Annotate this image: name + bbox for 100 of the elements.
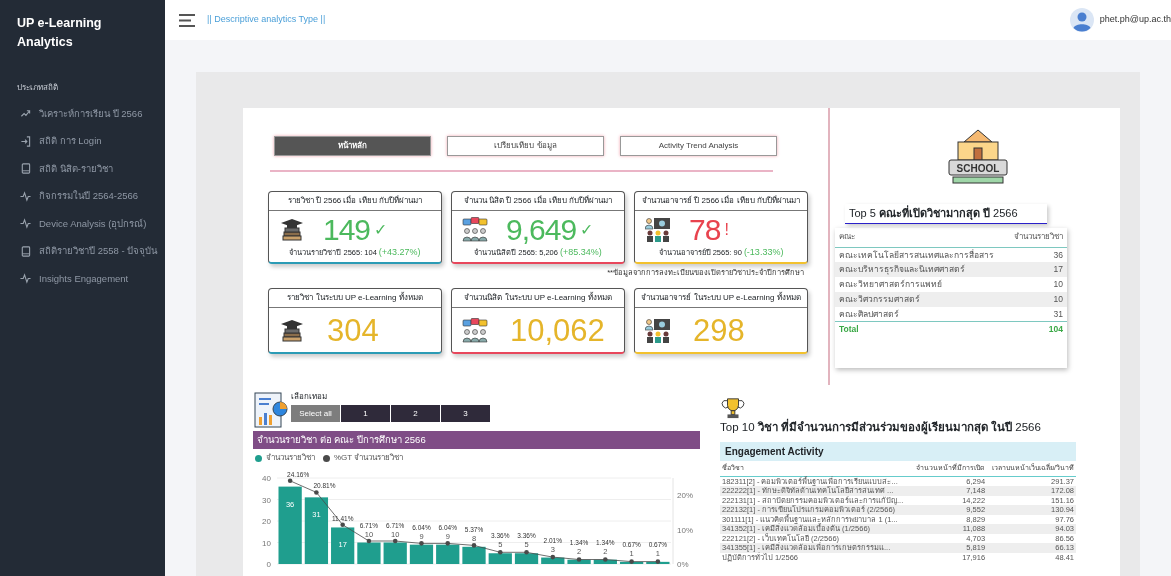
table-cell: 36 [1006, 247, 1067, 263]
line-point [550, 555, 556, 560]
total-cell: 104 [1006, 321, 1067, 337]
total-value: 304 [327, 315, 379, 347]
line-point [419, 541, 424, 546]
metric-value: 78 [689, 214, 721, 245]
axis-tick-label: 30 [262, 495, 271, 505]
menu-icon[interactable] [179, 13, 195, 27]
filter-option[interactable]: 3 [441, 405, 490, 422]
sidebar-item[interactable]: Device Analysis (อุปกรณ์) [0, 210, 165, 238]
books-icon [279, 216, 305, 243]
line-point [392, 538, 398, 544]
sidebar-item[interactable]: กิจกรรมในปี 2564-2566 [0, 182, 165, 210]
line-point [366, 538, 372, 544]
line-point [576, 557, 582, 563]
status-sign: ✓ [374, 221, 388, 238]
bar [383, 542, 407, 565]
table-cell: คณะวิศวกรรมศาสตร์ [835, 291, 1007, 307]
status-sign: ! [724, 221, 729, 238]
app-title: UP e-Learning Analytics [16, 15, 103, 51]
table-cell: คณะศิลปศาสตร์ [835, 306, 1007, 322]
line-point [497, 550, 503, 555]
bar [304, 497, 329, 565]
sidebar-item[interactable]: วิเคราะห์การเรียน ปี 2566 [0, 100, 165, 128]
teacher-icon [645, 317, 671, 344]
total-value: 298 [693, 315, 745, 347]
bar [357, 542, 381, 565]
line-point [629, 559, 634, 565]
nav-tab[interactable]: หน้าหลัก [274, 136, 431, 156]
line-point [655, 559, 661, 565]
section-label: ประเภทสถิติ [16, 82, 59, 94]
card-title: รายวิชา ปี 2566 เมื่อ เทียบ กับปีที่ผ่านมา [269, 192, 441, 211]
line-point [603, 557, 608, 563]
book-icon [20, 163, 31, 175]
legend-label: จำนวนรายวิชา [266, 452, 315, 465]
axis-tick-label: 10 [262, 538, 271, 548]
change-percent: (+43.27%) [378, 246, 421, 259]
user-email[interactable]: phet.ph@up.ac.th [1099, 13, 1171, 27]
change-percent: (-13.33%) [743, 246, 784, 259]
login-icon [20, 135, 31, 147]
line-point [471, 543, 477, 548]
axis-tick-label: 0% [677, 560, 689, 570]
axis-tick-label: 0 [266, 560, 271, 570]
filter-label: เลือกเทอม [291, 391, 328, 403]
axis-tick-label: 40 [262, 474, 271, 484]
report-chart-icon [253, 391, 289, 431]
bar [541, 557, 565, 565]
pulse-icon [20, 218, 31, 230]
total-value: 10,062 [510, 315, 605, 347]
trophy-icon [720, 396, 746, 419]
axis-tick-label: 20 [262, 517, 271, 527]
bar [409, 544, 434, 565]
status-sign: ✓ [580, 221, 594, 238]
books-icon [279, 317, 305, 344]
sidebar-item[interactable]: สถิติ การ Login [0, 127, 165, 155]
table-cell: 31 [1006, 306, 1067, 322]
sidebar-item[interactable]: สถิติรายวิชาปี 2558 - ปัจจุบัน [0, 237, 165, 265]
top-faculties-title: Top 5 คณะที่เปิดวิชามากสุด ปี 2566 [845, 204, 1047, 224]
card-title: รายวิชา ในระบบ UP e-Learning ทั้งหมด [269, 288, 441, 308]
nav-tab[interactable]: เปรียบเทียบ ข้อมูล [447, 136, 604, 156]
metric-value: 9,649 [506, 214, 577, 245]
change-percent: (+85.34%) [559, 246, 602, 259]
book-icon [20, 245, 31, 257]
avatar-icon[interactable] [1069, 8, 1094, 32]
column-header: คณะ [835, 227, 1007, 247]
column-header: จำนวนรายวิชา [1006, 227, 1067, 247]
table-cell: 10 [1006, 277, 1067, 292]
table-cell: 10 [1006, 291, 1067, 307]
chat-people-icon [462, 317, 488, 344]
total-cell: Total [835, 321, 1007, 337]
bar [488, 553, 512, 565]
table-cell: คณะบริหารธุรกิจและนิเทศศาสตร์ [835, 262, 1007, 277]
sidebar-item[interactable]: Insights Engagement [0, 265, 165, 293]
line-point [445, 541, 451, 546]
teacher-icon [645, 216, 671, 243]
card-title: จำนวนอาจารย์ ในระบบ UP e-Learning ทั้งหมด [635, 288, 807, 308]
bar [331, 527, 355, 565]
line-point [287, 478, 293, 484]
filter-option[interactable]: 1 [341, 405, 390, 422]
axis-tick-label: 10% [677, 525, 693, 535]
filter-option[interactable]: Select all [291, 405, 340, 422]
sidebar-item[interactable]: สถิติ นิสิต-รายวิชา [0, 155, 165, 183]
line-point [340, 522, 345, 528]
table-cell: 17 [1006, 262, 1067, 277]
bar [462, 547, 486, 565]
table-cell: คณะเทคโนโลยีสารสนเทศและการสื่อสาร [835, 247, 1007, 263]
axis-tick-label: 20% [677, 491, 693, 501]
pulse-icon [20, 273, 31, 285]
filter-option[interactable]: 2 [391, 405, 440, 422]
bar [436, 544, 460, 565]
table-title: Engagement Activity [720, 442, 1076, 462]
nav-tab[interactable]: Activity Trend Analysis [620, 136, 777, 156]
legend-label: %GT จำนวนรายวิชา [334, 452, 404, 465]
bar [567, 559, 591, 565]
table-cell: คณะวิทยาศาสตร์การแพทย์ [835, 277, 1007, 292]
chat-people-icon [462, 216, 488, 243]
bar [514, 553, 539, 565]
line-point [314, 490, 319, 495]
dashboard-subtitle: || Descriptive analytics Type || [207, 13, 326, 27]
metric-value: 149 [323, 214, 371, 245]
